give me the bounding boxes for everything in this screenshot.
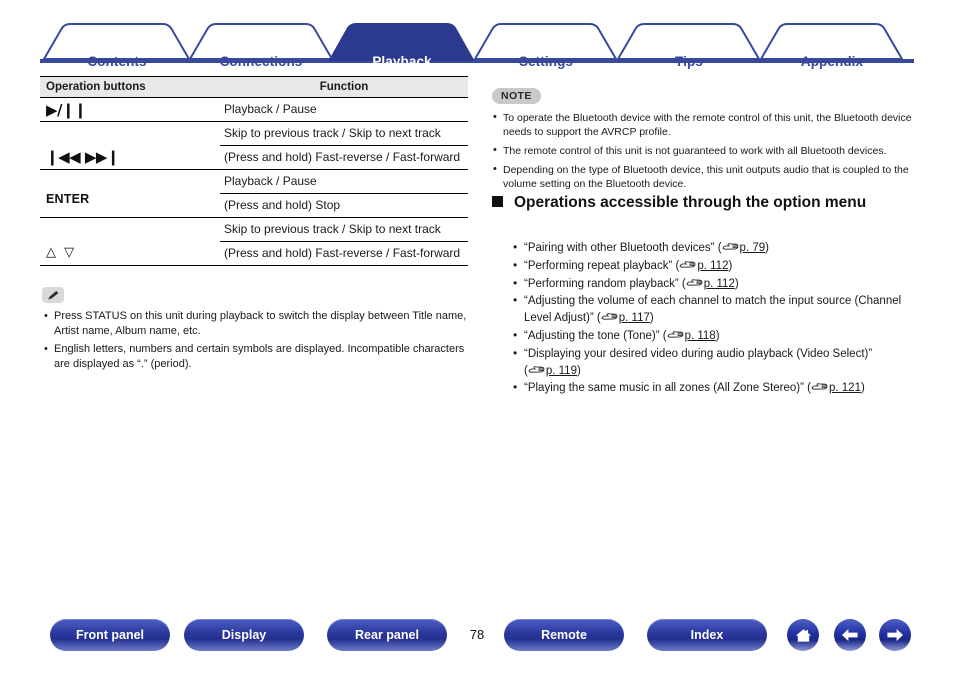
pointing-hand-icon	[528, 364, 545, 381]
column-header-operation-buttons: Operation buttons	[40, 76, 220, 98]
footer-button-remote[interactable]: Remote	[504, 619, 624, 651]
tab-settings[interactable]: Settings	[485, 54, 607, 69]
note-block: NOTE To operate the Bluetooth device wit…	[492, 86, 916, 196]
page-number-link: p. 119	[545, 364, 577, 377]
operation-buttons-table: Operation buttons Function ▶/❙❙ Playback…	[40, 76, 468, 266]
table-header-row: Operation buttons Function	[40, 76, 468, 98]
page-number: 78	[469, 627, 485, 642]
page-reference[interactable]: (p. 119)	[524, 365, 581, 377]
pencil-icon	[47, 290, 58, 300]
pointing-hand-icon	[601, 311, 618, 328]
list-item: Press STATUS on this unit during playbac…	[42, 309, 472, 338]
pointing-hand-icon	[667, 329, 684, 346]
table-row: ❙◀◀ ▶▶❙ Skip to previous track / Skip to…	[40, 121, 468, 170]
footer-nav-bar: Front panel Display Rear panel 78 Remote…	[0, 615, 954, 673]
table-row: ▶/❙❙ Playback / Pause	[40, 97, 468, 122]
top-tab-bar[interactable]: Contents Connections Playback Settings T…	[0, 22, 954, 69]
section-heading: Operations accessible through the option…	[492, 192, 912, 213]
function-cell: (Press and hold) Fast-reverse / Fast-for…	[220, 241, 468, 266]
tab-connections[interactable]: Connections	[200, 54, 322, 69]
pointing-hand-icon	[811, 381, 828, 398]
list-item: “Adjusting the tone (Tone)” (p. 118)	[512, 327, 914, 346]
function-cell: (Press and hold) Stop	[220, 193, 468, 218]
arrow-left-icon	[842, 629, 858, 641]
list-item: The remote control of this unit is not g…	[492, 143, 916, 158]
back-button[interactable]	[834, 619, 866, 651]
list-item: English letters, numbers and certain sym…	[42, 342, 472, 371]
home-icon	[795, 628, 811, 642]
section-heading-text: Operations accessible through the option…	[514, 194, 867, 211]
button-cell-cursor-arrows: △ ▽	[40, 217, 220, 266]
footer-button-rear-panel[interactable]: Rear panel	[327, 619, 447, 651]
function-cell: Playback / Pause	[220, 97, 468, 122]
page-reference[interactable]: (p. 117)	[597, 312, 654, 324]
link-text: “Adjusting the volume of each channel to…	[524, 295, 902, 325]
list-item: “Performing random playback” (p. 112)	[512, 275, 914, 294]
footer-button-index[interactable]: Index	[647, 619, 767, 651]
page-reference[interactable]: (p. 112)	[676, 260, 733, 272]
list-item: “Playing the same music in all zones (Al…	[512, 379, 914, 398]
home-button[interactable]	[787, 619, 819, 651]
pointing-hand-icon	[722, 241, 739, 258]
page-reference[interactable]: (p. 121)	[807, 382, 865, 394]
square-bullet-icon	[492, 196, 503, 207]
column-header-function: Function	[220, 76, 468, 98]
list-item: “Performing repeat playback” (p. 112)	[512, 257, 914, 276]
tab-playback[interactable]: Playback	[340, 54, 464, 69]
table-row: △ ▽ Skip to previous track / Skip to nex…	[40, 217, 468, 266]
page-number-link: p. 118	[684, 329, 716, 342]
page-number-link: p. 117	[618, 312, 650, 325]
skip-prev-next-icon: ❙◀◀ ▶▶❙	[46, 148, 120, 166]
enter-button-label: ENTER	[46, 192, 90, 206]
button-cell-play-pause: ▶/❙❙	[40, 97, 220, 122]
tab-appendix[interactable]: Appendix	[771, 54, 893, 69]
page-number-link: p. 112	[703, 277, 735, 290]
link-text: “Performing repeat playback”	[524, 259, 673, 272]
link-text: “Pairing with other Bluetooth devices”	[524, 242, 715, 254]
pointing-hand-icon	[686, 277, 703, 294]
link-text: “Playing the same music in all zones (Al…	[524, 382, 804, 395]
pointing-hand-icon	[679, 259, 696, 276]
option-menu-link-list: “Pairing with other Bluetooth devices” (…	[512, 239, 914, 398]
list-item: “Displaying your desired video during au…	[512, 345, 914, 381]
function-cell: Playback / Pause	[220, 169, 468, 194]
page-reference[interactable]: (p. 112)	[682, 278, 739, 290]
memo-list: Press STATUS on this unit during playbac…	[42, 309, 472, 371]
function-cell: Skip to previous track / Skip to next tr…	[220, 121, 468, 146]
list-item: To operate the Bluetooth device with the…	[492, 110, 916, 139]
function-cell: (Press and hold) Fast-reverse / Fast-for…	[220, 145, 468, 170]
list-item: “Pairing with other Bluetooth devices” (…	[512, 239, 914, 258]
tab-contents[interactable]: Contents	[54, 54, 180, 69]
button-cell-enter: ENTER	[40, 169, 220, 218]
link-text: “Performing random playback”	[524, 277, 679, 290]
page-number-link: p. 112	[697, 259, 729, 272]
list-item: Depending on the type of Bluetooth devic…	[492, 162, 916, 191]
table-row: ENTER Playback / Pause	[40, 169, 468, 218]
up-down-arrow-icon: △ ▽	[46, 245, 77, 260]
page-reference[interactable]: (p. 118)	[663, 330, 720, 342]
list-item: “Adjusting the volume of each channel to…	[512, 292, 914, 328]
button-cell-skip: ❙◀◀ ▶▶❙	[40, 121, 220, 170]
page-number-link: p. 121	[829, 382, 861, 395]
forward-button[interactable]	[879, 619, 911, 651]
page-number-link: p. 79	[739, 242, 766, 254]
function-cell: Skip to previous track / Skip to next tr…	[220, 217, 468, 242]
note-badge: NOTE	[492, 88, 541, 104]
link-text: “Displaying your desired video during au…	[524, 347, 873, 360]
note-list: To operate the Bluetooth device with the…	[492, 110, 916, 191]
link-text: “Adjusting the tone (Tone)”	[524, 329, 660, 342]
arrow-right-icon	[887, 629, 903, 641]
operation-buttons-section: Operation buttons Function ▶/❙❙ Playback…	[40, 76, 468, 266]
footer-button-display[interactable]: Display	[184, 619, 304, 651]
memo-block: Press STATUS on this unit during playbac…	[42, 287, 472, 375]
play-pause-icon: ▶/❙❙	[46, 101, 87, 119]
footer-button-front-panel[interactable]: Front panel	[50, 619, 170, 651]
pencil-badge	[42, 287, 64, 303]
tab-tips[interactable]: Tips	[628, 54, 750, 69]
page-reference[interactable]: (p. 79)	[718, 242, 769, 254]
